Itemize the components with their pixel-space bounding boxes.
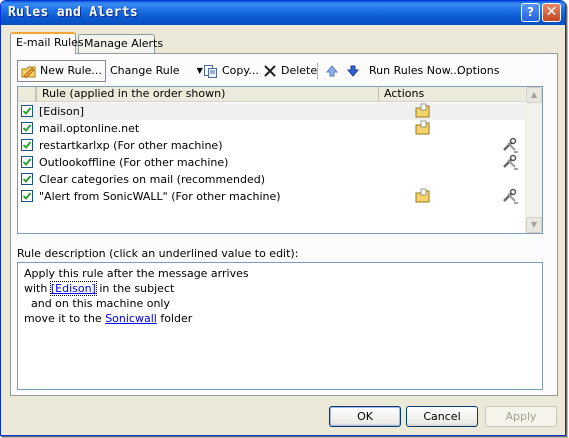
toolbar-separator	[317, 63, 318, 79]
header-rule[interactable]: Rule (applied in the order shown)	[36, 87, 379, 102]
help-button[interactable]: ?	[521, 3, 540, 22]
change-rule-label: Change Rule	[110, 64, 180, 77]
rule-row[interactable]: "Alert from SonicWALL" (For other machin…	[18, 188, 526, 205]
options-label: Options	[457, 64, 500, 77]
apply-button[interactable]: Apply	[485, 406, 557, 427]
rule-name: [Edison]	[39, 105, 85, 118]
rules-list[interactable]: Rule (applied in the order shown) Action…	[17, 86, 543, 234]
arrow-up-icon	[324, 63, 340, 79]
rule-row[interactable]: Outlookoffline (For other machine)	[18, 154, 526, 171]
run-rules-now-button[interactable]: Run Rules Now...	[369, 60, 460, 82]
rule-description-box: Apply this rule after the message arrive…	[17, 262, 543, 390]
run-rules-now-label: Run Rules Now...	[369, 64, 461, 77]
description-line: with [Edison] in the subject	[24, 281, 536, 296]
description-line: move it to the Sonicwall folder	[24, 311, 536, 326]
header-actions[interactable]: Actions	[379, 87, 526, 102]
rule-name: mail.optonline.net	[39, 122, 140, 135]
new-rule-icon	[21, 63, 37, 79]
rule-checkbox[interactable]	[21, 139, 33, 151]
scroll-down-button[interactable]: ▼	[526, 217, 542, 233]
title-bar[interactable]: Rules and Alerts ? ✕	[1, 1, 565, 25]
move-down-button[interactable]	[345, 60, 361, 82]
rules-and-alerts-dialog: Rules and Alerts ? ✕ E-mail Rules Manage…	[0, 0, 566, 436]
options-button[interactable]: Options	[457, 60, 499, 82]
email-rules-panel: New Rule... Change Rule ▼ Copy... Delete	[10, 53, 558, 396]
tab-manage-alerts[interactable]: Manage Alerts	[78, 34, 163, 54]
rule-checkbox[interactable]	[21, 190, 33, 202]
cancel-button[interactable]: Cancel	[406, 406, 478, 427]
rule-checkbox[interactable]	[21, 105, 33, 117]
copy-button[interactable]: Copy...	[203, 60, 259, 82]
rule-checkbox[interactable]	[21, 156, 33, 168]
new-rule-label: New Rule...	[40, 64, 102, 77]
rule-name: restartkarlxp (For other machine)	[39, 139, 223, 152]
folder-value-link[interactable]: Sonicwall	[105, 312, 157, 325]
description-line: Apply this rule after the message arrive…	[24, 267, 249, 280]
rules-toolbar: New Rule... Change Rule ▼ Copy... Delete	[17, 60, 547, 82]
rule-row[interactable]: restartkarlxp (For other machine)	[18, 137, 526, 154]
header-check-column[interactable]	[18, 87, 36, 102]
rule-row[interactable]: [Edison]	[18, 103, 526, 120]
scroll-up-button[interactable]: ▲	[526, 87, 542, 103]
copy-icon	[203, 63, 219, 79]
rule-description-label: Rule description (click an underlined va…	[17, 247, 299, 260]
close-button[interactable]: ✕	[542, 3, 561, 22]
copy-label: Copy...	[222, 64, 259, 77]
change-rule-button[interactable]: Change Rule ▼	[110, 60, 203, 82]
description-text: with	[24, 282, 51, 295]
rule-checkbox[interactable]	[21, 122, 33, 134]
description-line: and on this machine only	[24, 297, 170, 310]
rule-checkbox[interactable]	[21, 173, 33, 185]
subject-value-link[interactable]: [Edison]	[49, 281, 97, 296]
rules-list-header: Rule (applied in the order shown) Action…	[18, 87, 526, 102]
rules-rows: [Edison] mail.optonline.net restartkarlx…	[18, 103, 526, 205]
move-up-button[interactable]	[324, 60, 340, 82]
chevron-down-icon: ▼	[196, 66, 203, 75]
rule-name: "Alert from SonicWALL" (For other machin…	[39, 190, 281, 203]
ok-button[interactable]: OK	[329, 406, 401, 427]
delete-button[interactable]: Delete	[262, 60, 317, 82]
arrow-down-icon	[345, 63, 361, 79]
window-title: Rules and Alerts	[8, 5, 139, 20]
description-text: folder	[156, 312, 193, 325]
delete-label: Delete	[281, 64, 318, 77]
move-to-folder-icon	[415, 188, 431, 207]
rule-row[interactable]: mail.optonline.net	[18, 120, 526, 137]
rule-row[interactable]: Clear categories on mail (recommended)	[18, 171, 526, 188]
delete-icon	[262, 63, 278, 79]
rule-name: Outlookoffline (For other machine)	[39, 156, 229, 169]
tab-email-rules[interactable]: E-mail Rules	[10, 32, 84, 54]
description-text: in the subject	[95, 282, 175, 295]
new-rule-button[interactable]: New Rule...	[17, 60, 106, 82]
rule-name: Clear categories on mail (recommended)	[39, 173, 265, 186]
description-text: move it to the	[24, 312, 106, 325]
rules-list-scrollbar[interactable]: ▲ ▼	[525, 87, 542, 233]
tools-icon	[502, 188, 518, 207]
